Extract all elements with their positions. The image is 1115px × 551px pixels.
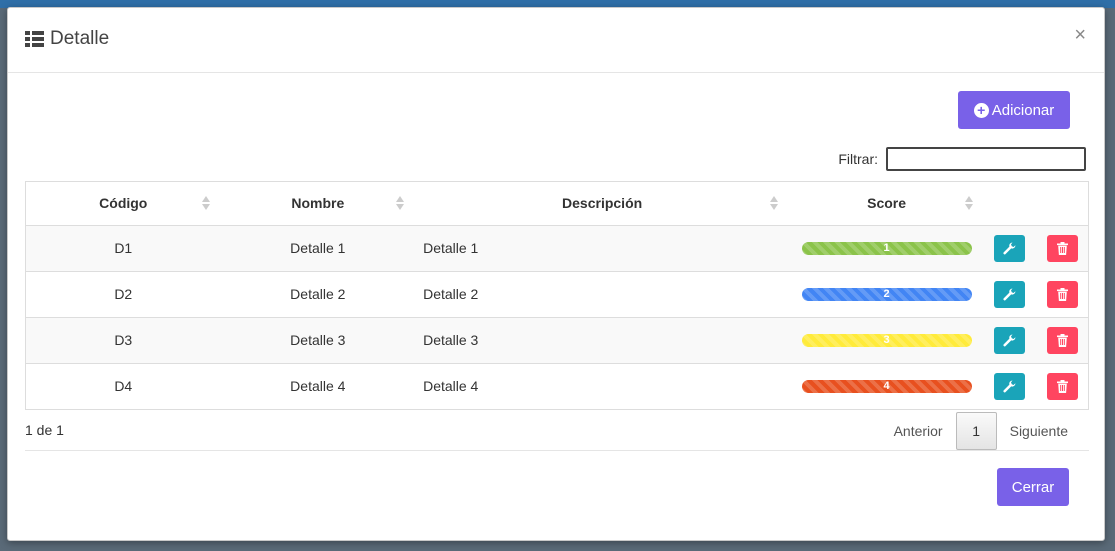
cell-description: Detalle 3 [415,316,790,363]
table-row: D1 Detalle 1 Detalle 1 1 [26,224,1088,271]
sort-icon [965,196,974,210]
cell-code: D2 [26,270,221,317]
trash-icon [1057,333,1069,347]
cell-description: Detalle 2 [415,270,790,317]
column-header-score[interactable]: Score [789,182,985,226]
delete-button[interactable] [1047,234,1079,262]
close-button[interactable]: Cerrar [997,468,1069,506]
pagination: Anterior 1 Siguiente [881,412,1081,450]
cell-actions [984,316,1088,363]
close-icon[interactable]: × [1074,25,1086,45]
page-1-button[interactable]: 1 [955,412,997,450]
table-row: D4 Detalle 4 Detalle 4 4 [26,362,1088,409]
cell-description: Detalle 4 [415,362,790,409]
plus-circle-icon: + [973,102,989,118]
modal-title-text: Detalle [50,28,110,49]
edit-button[interactable] [993,280,1025,308]
column-header-label: Nombre [291,195,345,212]
cell-score: 1 [789,224,985,271]
cell-score: 4 [789,362,985,409]
detail-modal: Detalle × + Adicionar Filtrar: Código No… [7,7,1105,541]
list-icon [25,31,44,47]
cell-code: D1 [26,224,221,271]
edit-button[interactable] [993,326,1025,354]
filter-group: Filtrar: [838,147,1086,171]
pagination-info: 1 de 1 [25,422,64,438]
wrench-icon [1002,287,1015,300]
score-bar: 4 [801,379,972,393]
cell-actions [984,270,1088,317]
column-header-label: Código [99,195,148,212]
footer-divider [25,450,1089,451]
next-page-button[interactable]: Siguiente [997,423,1081,439]
wrench-icon [1002,241,1015,254]
detail-table: Código Nombre Descripción Score D1 Detal… [25,181,1089,410]
filter-label: Filtrar: [838,151,878,167]
table-row: D2 Detalle 2 Detalle 2 2 [26,270,1088,317]
filter-input[interactable] [886,147,1086,171]
column-header-actions [984,182,1088,226]
score-bar: 2 [801,287,972,301]
wrench-icon [1002,333,1015,346]
cell-name: Detalle 2 [220,270,416,317]
cell-actions [984,224,1088,271]
modal-title: Detalle [25,28,109,50]
cell-name: Detalle 3 [220,316,416,363]
column-header-label: Descripción [562,195,643,212]
previous-page-button[interactable]: Anterior [881,423,956,439]
cell-score: 2 [789,270,985,317]
modal-header: Detalle × [8,8,1104,73]
delete-button[interactable] [1047,280,1079,308]
table-row: D3 Detalle 3 Detalle 3 3 [26,316,1088,363]
sort-icon [201,196,210,210]
score-bar: 3 [801,333,972,347]
sort-icon [396,196,405,210]
sort-icon [770,196,779,210]
column-header-code[interactable]: Código [26,182,221,226]
column-header-name[interactable]: Nombre [220,182,416,226]
cell-name: Detalle 1 [220,224,416,271]
cell-code: D3 [26,316,221,363]
table-header-row: Código Nombre Descripción Score [26,182,1088,226]
trash-icon [1057,379,1069,393]
column-header-description[interactable]: Descripción [415,182,790,226]
column-header-label: Score [867,195,907,212]
wrench-icon [1002,380,1015,393]
trash-icon [1057,241,1069,255]
edit-button[interactable] [993,372,1025,400]
cell-name: Detalle 4 [220,362,416,409]
score-bar: 1 [801,241,972,255]
trash-icon [1057,287,1069,301]
cell-score: 3 [789,316,985,363]
cell-actions [984,362,1088,409]
delete-button[interactable] [1047,326,1079,354]
edit-button[interactable] [993,234,1025,262]
cell-code: D4 [26,362,221,409]
delete-button[interactable] [1047,372,1079,400]
add-button-label: Adicionar [991,101,1055,119]
cell-description: Detalle 1 [415,224,790,271]
add-button[interactable]: + Adicionar [958,91,1070,129]
